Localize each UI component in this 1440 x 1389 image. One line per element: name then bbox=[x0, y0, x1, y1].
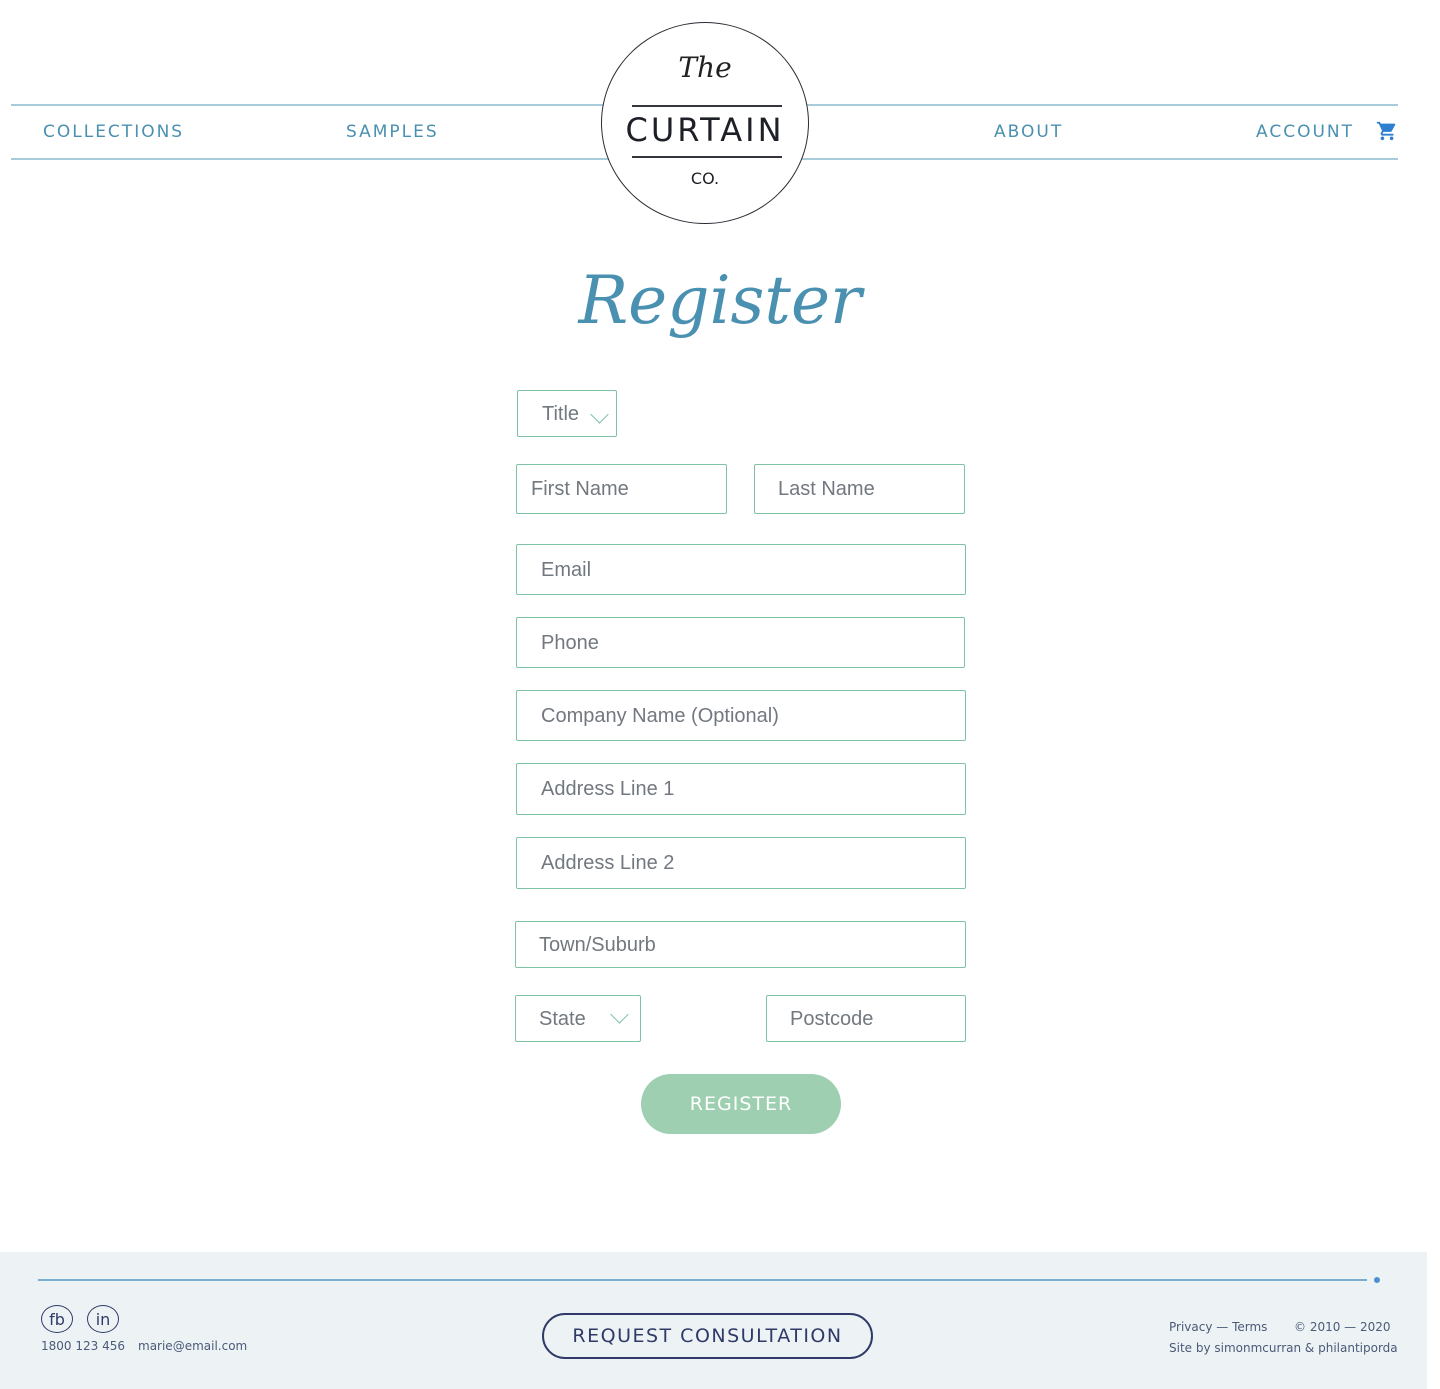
first-name-placeholder: First Name bbox=[531, 478, 629, 500]
footer-copyright: © 2010 — 2020 bbox=[1294, 1320, 1391, 1334]
footer-legal-links[interactable]: Privacy — Terms bbox=[1169, 1320, 1267, 1334]
logo-wordmark: CURTAIN bbox=[625, 111, 785, 149]
nav-samples[interactable]: SAMPLES bbox=[346, 122, 439, 142]
facebook-icon-label: fb bbox=[49, 1309, 65, 1329]
nav-account[interactable]: ACCOUNT bbox=[1256, 122, 1354, 142]
footer: fb in 1800 123 456 marie@email.com REQUE… bbox=[0, 1252, 1427, 1389]
cart-icon-glyph bbox=[1376, 121, 1396, 141]
phone-field[interactable]: Phone bbox=[516, 617, 965, 668]
address-line-1-placeholder: Address Line 1 bbox=[541, 778, 675, 800]
address-line-2-placeholder: Address Line 2 bbox=[541, 852, 675, 874]
last-name-placeholder: Last Name bbox=[778, 478, 875, 500]
logo-rule-top bbox=[632, 105, 782, 107]
logo-co: CO. bbox=[690, 169, 720, 188]
logo[interactable]: The CURTAIN CO. bbox=[601, 22, 809, 224]
nav-about[interactable]: ABOUT bbox=[994, 122, 1063, 142]
company-field[interactable]: Company Name (Optional) bbox=[516, 690, 966, 741]
postcode-placeholder: Postcode bbox=[790, 1007, 874, 1030]
logo-rule-bottom bbox=[632, 156, 782, 158]
town-suburb-placeholder: Town/Suburb bbox=[539, 933, 656, 956]
state-select-value: State bbox=[539, 1007, 586, 1030]
footer-email[interactable]: marie@email.com bbox=[138, 1339, 247, 1353]
nav-collections[interactable]: COLLECTIONS bbox=[43, 122, 184, 142]
company-placeholder: Company Name (Optional) bbox=[541, 704, 779, 727]
phone-placeholder: Phone bbox=[541, 631, 599, 654]
linkedin-icon-label: in bbox=[95, 1309, 111, 1329]
logo-script-the: The bbox=[678, 51, 732, 84]
register-button[interactable]: REGISTER bbox=[641, 1074, 841, 1134]
request-consultation-button[interactable]: REQUEST CONSULTATION bbox=[542, 1313, 873, 1359]
postcode-field[interactable]: Postcode bbox=[766, 995, 966, 1042]
footer-credit[interactable]: Site by simonmcurran & philantiporda bbox=[1169, 1341, 1398, 1355]
linkedin-icon[interactable]: in bbox=[87, 1305, 119, 1333]
cart-icon[interactable] bbox=[1376, 120, 1398, 142]
page-title: Register bbox=[578, 262, 862, 339]
footer-phone[interactable]: 1800 123 456 bbox=[41, 1339, 125, 1353]
footer-rule-dot bbox=[1374, 1277, 1380, 1283]
address-line-1-field[interactable]: Address Line 1 bbox=[516, 763, 966, 815]
email-placeholder: Email bbox=[541, 558, 592, 581]
title-select-value: Title bbox=[542, 402, 580, 425]
facebook-icon[interactable]: fb bbox=[41, 1305, 73, 1333]
first-name-field[interactable]: First Name bbox=[516, 464, 727, 514]
footer-rule bbox=[38, 1279, 1367, 1281]
email-field[interactable]: Email bbox=[516, 544, 966, 595]
chevron-down-icon bbox=[590, 405, 609, 424]
title-select[interactable]: Title bbox=[517, 390, 617, 437]
last-name-field[interactable]: Last Name bbox=[754, 464, 965, 514]
town-suburb-field[interactable]: Town/Suburb bbox=[515, 921, 966, 968]
address-line-2-field[interactable]: Address Line 2 bbox=[516, 837, 966, 889]
chevron-down-icon bbox=[610, 1005, 629, 1024]
state-select[interactable]: State bbox=[515, 995, 641, 1042]
